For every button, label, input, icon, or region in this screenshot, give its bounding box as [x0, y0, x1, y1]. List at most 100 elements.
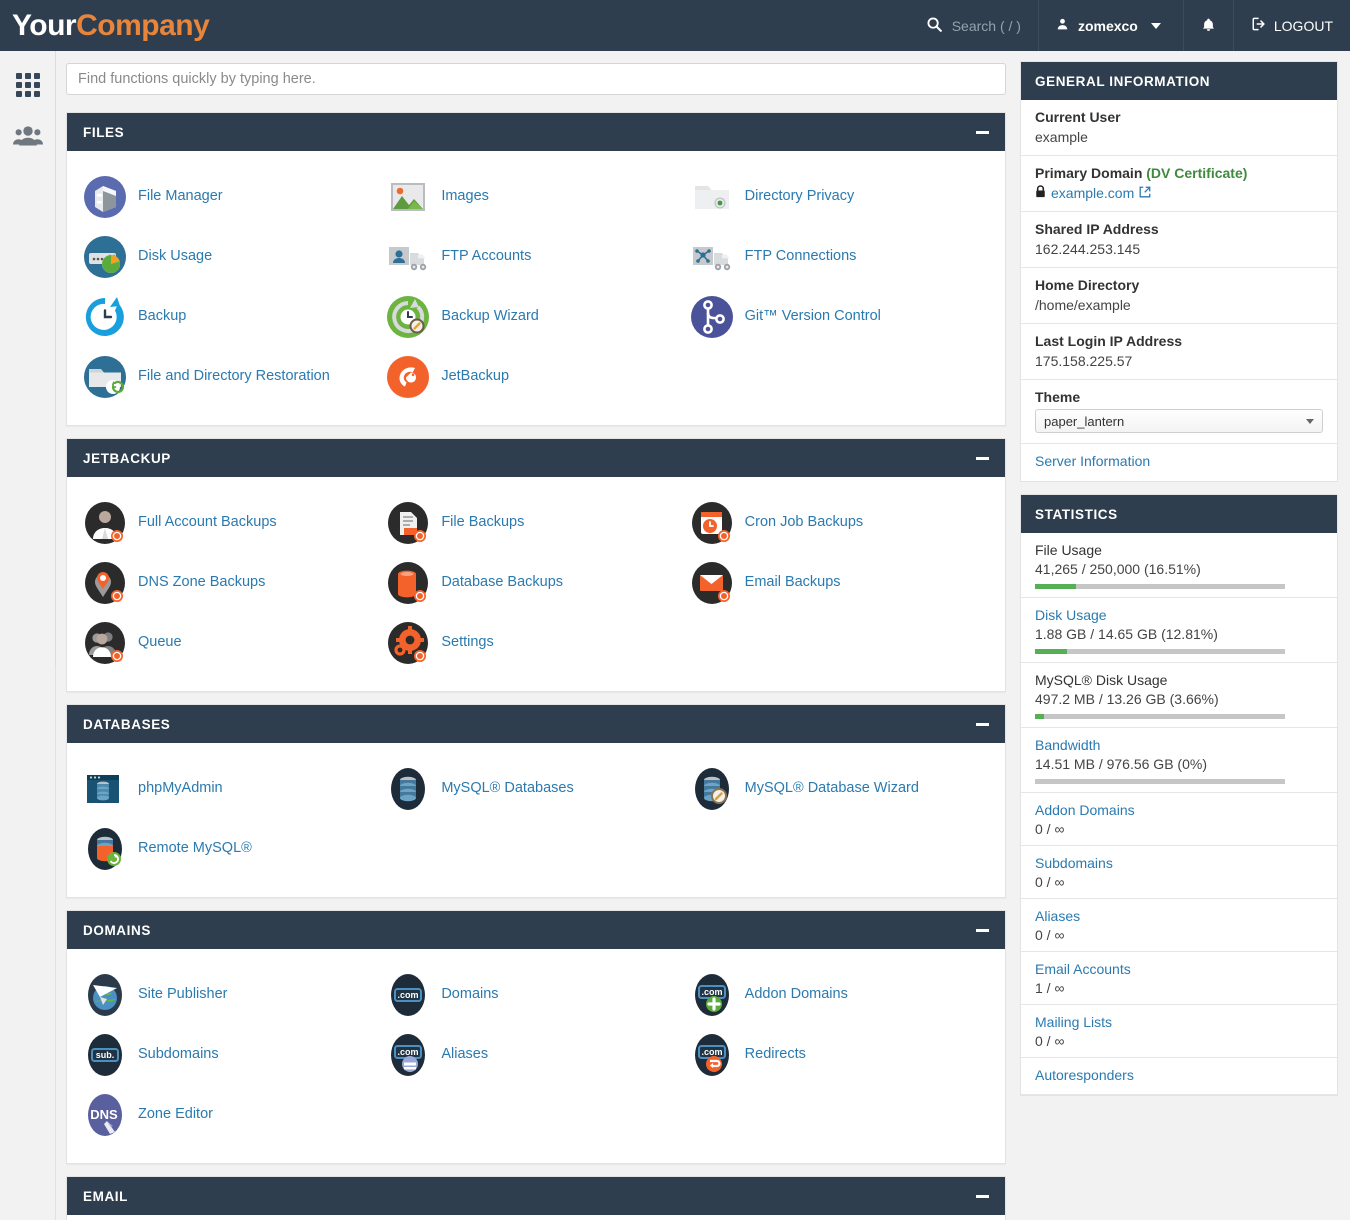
- app-tile-git-version-control[interactable]: Git™ Version Control: [688, 287, 991, 347]
- app-tile-cron-job-backups[interactable]: Cron Job Backups: [688, 493, 991, 553]
- minus-icon[interactable]: [976, 928, 989, 932]
- stat-label[interactable]: Addon Domains: [1035, 802, 1323, 818]
- progress-fill: [1035, 584, 1077, 589]
- app-tile-ftp-accounts[interactable]: FTP Accounts: [384, 227, 687, 287]
- find-functions-input[interactable]: Find functions quickly by typing here.: [66, 63, 1006, 95]
- global-search[interactable]: Search ( / ): [909, 0, 1038, 51]
- stat-label[interactable]: Disk Usage: [1035, 607, 1323, 623]
- sidebar-item-user-manager[interactable]: [0, 113, 55, 165]
- stat-subdomains[interactable]: Subdomains 0 / ∞: [1021, 846, 1337, 899]
- progress-track: [1035, 779, 1285, 784]
- subdomains-icon: sub.: [81, 1031, 129, 1079]
- file-backups-icon: [384, 499, 432, 547]
- stat-autoresponders[interactable]: Autoresponders: [1021, 1058, 1337, 1095]
- minus-icon[interactable]: [976, 130, 989, 134]
- app-tile-mysql-wizard[interactable]: MySQL® Database Wizard: [688, 759, 991, 819]
- phpmyadmin-icon: [81, 765, 129, 813]
- brand-first: Your: [12, 8, 77, 42]
- backup-icon: [81, 293, 129, 341]
- app-tile-label: Remote MySQL®: [138, 840, 252, 857]
- app-tile-mysql-databases[interactable]: MySQL® Databases: [384, 759, 687, 819]
- panel-jetbackup-body: Full Account Backups File Backups Cron J…: [67, 477, 1005, 691]
- minus-icon[interactable]: [976, 456, 989, 460]
- stat-label[interactable]: Bandwidth: [1035, 737, 1323, 753]
- dv-certificate-link[interactable]: (DV Certificate): [1146, 165, 1247, 181]
- app-tile-label: Redirects: [744, 1046, 806, 1063]
- minus-icon[interactable]: [976, 722, 989, 726]
- app-tile-disk-usage[interactable]: Disk Usage: [81, 227, 384, 287]
- app-tile-remote-mysql[interactable]: Remote MySQL®: [81, 819, 384, 879]
- stat-bandwidth[interactable]: Bandwidth 14.51 MB / 976.56 GB (0%): [1021, 728, 1337, 793]
- primary-domain-link[interactable]: example.com: [1051, 185, 1134, 201]
- theme-select[interactable]: paper_lantern: [1035, 409, 1323, 433]
- domains-icon: .com: [384, 971, 432, 1019]
- stat-label[interactable]: Autoresponders: [1035, 1067, 1323, 1083]
- app-tile-domains[interactable]: .com Domains: [384, 965, 687, 1025]
- stat-label[interactable]: Email Accounts: [1035, 961, 1323, 977]
- directory-privacy-icon: [688, 173, 736, 221]
- app-tile-label: Cron Job Backups: [744, 514, 864, 531]
- app-tile-zone-editor[interactable]: DNS Zone Editor: [81, 1085, 384, 1145]
- row-last-login-ip: Last Login IP Address 175.158.225.57: [1021, 324, 1337, 380]
- app-tile-file-manager[interactable]: File Manager: [81, 167, 384, 227]
- stat-label: MySQL® Disk Usage: [1035, 672, 1168, 688]
- brand-second: Company: [76, 8, 210, 42]
- user-menu[interactable]: zomexco: [1037, 0, 1183, 51]
- app-tile-full-account-backups[interactable]: Full Account Backups: [81, 493, 384, 553]
- main-content: Find functions quickly by typing here. F…: [56, 51, 1020, 1220]
- app-tile-subdomains[interactable]: sub. Subdomains: [81, 1025, 384, 1085]
- app-tile-phpmyadmin[interactable]: phpMyAdmin: [81, 759, 384, 819]
- app-tile-label: FTP Connections: [744, 248, 857, 265]
- app-tile-database-backups[interactable]: Database Backups: [384, 553, 687, 613]
- logout-button[interactable]: LOGOUT: [1232, 0, 1350, 51]
- ftp-connections-icon: [688, 233, 736, 281]
- app-tile-file-restoration[interactable]: File and Directory Restoration: [81, 347, 384, 407]
- panel-email: EMAIL Email Accounts Forwar: [66, 1176, 1006, 1220]
- stat-aliases[interactable]: Aliases 0 / ∞: [1021, 899, 1337, 952]
- app-tile-addon-domains[interactable]: .com Addon Domains: [688, 965, 991, 1025]
- sidebar-item-apps[interactable]: [0, 61, 55, 113]
- panel-domains-title: DOMAINS: [83, 922, 151, 938]
- app-tile-email-backups[interactable]: Email Backups: [688, 553, 991, 613]
- app-tile-label: phpMyAdmin: [138, 780, 223, 797]
- app-tile-label: File and Directory Restoration: [138, 368, 330, 385]
- app-tile-jetbackup[interactable]: JetBackup: [384, 347, 687, 407]
- stat-label[interactable]: Aliases: [1035, 908, 1323, 924]
- app-tile-queue[interactable]: Queue: [81, 613, 384, 673]
- stat-mailing-lists[interactable]: Mailing Lists 0 / ∞: [1021, 1005, 1337, 1058]
- app-tile-site-publisher[interactable]: Site Publisher: [81, 965, 384, 1025]
- home-directory-label: Home Directory: [1035, 277, 1140, 293]
- panel-email-body: Email Accounts Forwarders Email Routing: [67, 1215, 1005, 1220]
- search-icon: [926, 16, 943, 36]
- last-login-value: 175.158.225.57: [1035, 353, 1133, 369]
- row-current-user: Current User example: [1021, 100, 1337, 156]
- app-tile-aliases[interactable]: .com Aliases: [384, 1025, 687, 1085]
- primary-domain-label: Primary Domain (DV Certificate): [1035, 165, 1323, 181]
- app-tile-directory-privacy[interactable]: Directory Privacy: [688, 167, 991, 227]
- row-server-information: Server Information: [1021, 444, 1337, 481]
- stat-label[interactable]: Mailing Lists: [1035, 1014, 1323, 1030]
- stat-value: 0 / ∞: [1035, 1033, 1065, 1049]
- app-tile-dns-zone-backups[interactable]: DNS Zone Backups: [81, 553, 384, 613]
- panel-files-header: FILES: [67, 113, 1005, 151]
- app-tile-images[interactable]: Images: [384, 167, 687, 227]
- app-tile-file-backups[interactable]: File Backups: [384, 493, 687, 553]
- stat-email-accounts[interactable]: Email Accounts 1 / ∞: [1021, 952, 1337, 1005]
- svg-text:DNS: DNS: [90, 1107, 118, 1122]
- stat-disk-usage[interactable]: Disk Usage 1.88 GB / 14.65 GB (12.81%): [1021, 598, 1337, 663]
- brand-logo[interactable]: YourCompany: [0, 8, 210, 43]
- app-tile-redirects[interactable]: .com Redirects: [688, 1025, 991, 1085]
- server-information-link[interactable]: Server Information: [1035, 453, 1150, 469]
- panel-statistics: STATISTICS File Usage 41,265 / 250,000 (…: [1020, 494, 1338, 1096]
- app-tile-ftp-connections[interactable]: FTP Connections: [688, 227, 991, 287]
- app-tile-label: File Backups: [441, 514, 525, 531]
- notifications-button[interactable]: [1182, 0, 1233, 51]
- stat-addon-domains[interactable]: Addon Domains 0 / ∞: [1021, 793, 1337, 846]
- app-tile-settings[interactable]: Settings: [384, 613, 687, 673]
- app-tile-backup-wizard[interactable]: Backup Wizard: [384, 287, 687, 347]
- app-tile-backup[interactable]: Backup: [81, 287, 384, 347]
- primary-domain-value-row: example.com: [1035, 185, 1323, 201]
- minus-icon[interactable]: [976, 1194, 989, 1198]
- files-item-grid: File Manager Images Directory Privacy Di…: [81, 167, 991, 407]
- stat-label[interactable]: Subdomains: [1035, 855, 1323, 871]
